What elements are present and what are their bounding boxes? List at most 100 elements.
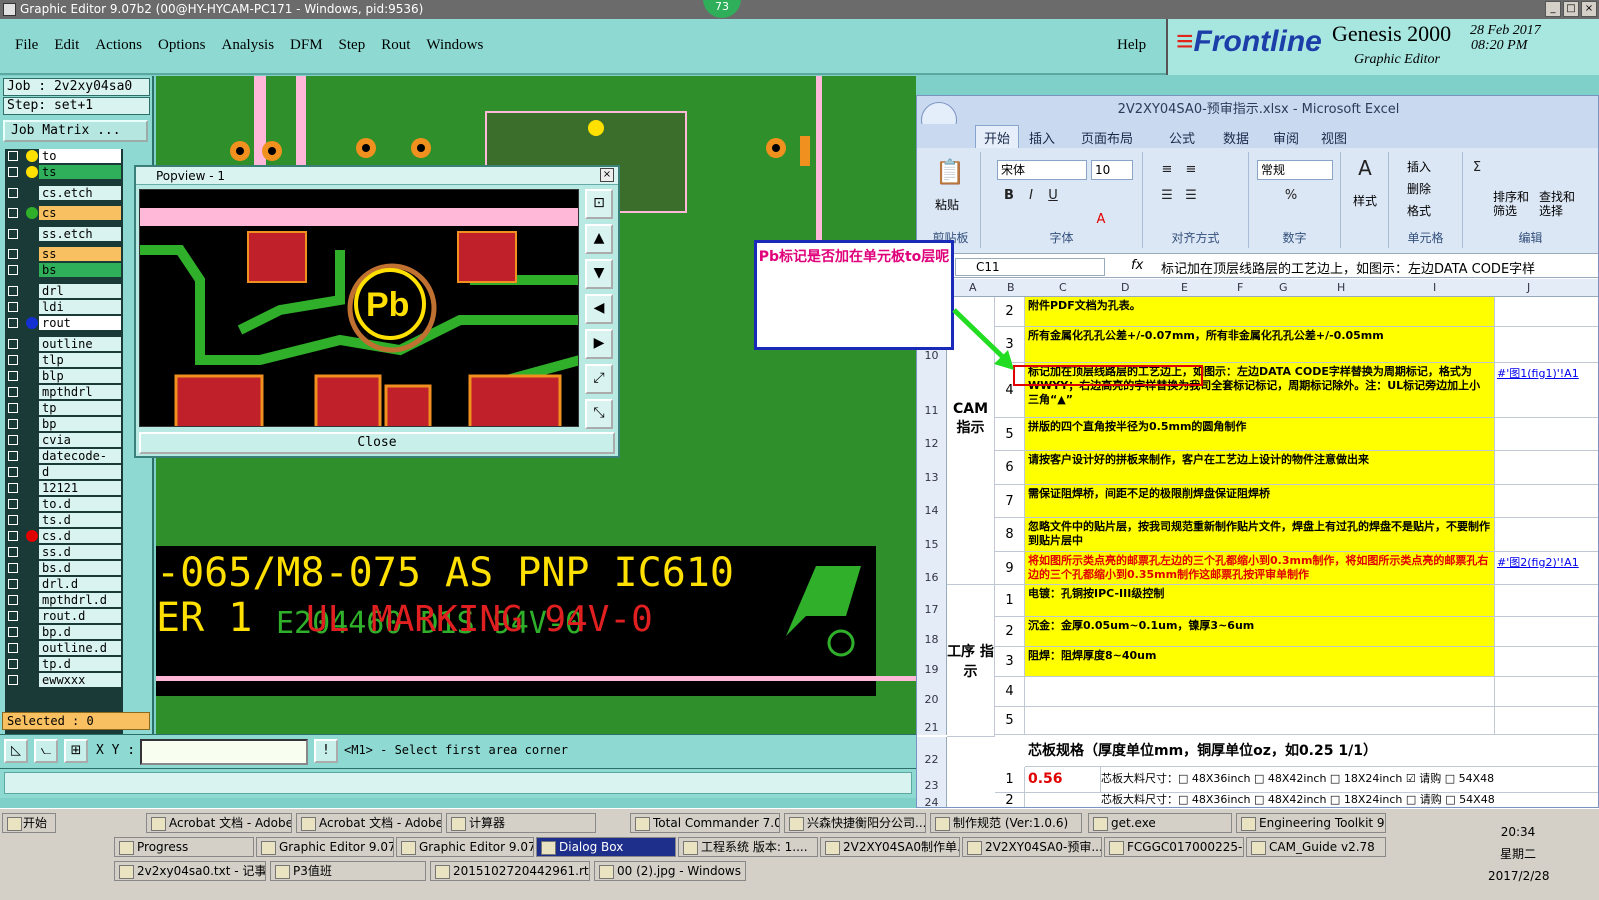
layer-name[interactable]: ss.d [39,545,121,559]
align-left-icon[interactable]: ☰ [1157,186,1177,206]
layer-checkbox[interactable] [8,595,18,605]
empty-cell[interactable] [1495,451,1598,485]
layer-row[interactable]: ss.d [5,545,123,559]
layer-checkbox[interactable] [8,208,18,218]
layer-row[interactable]: tp.d [5,657,123,671]
popview-canvas[interactable]: Pb [139,189,579,427]
layer-name[interactable]: tp [39,401,121,415]
layer-row[interactable]: outline.d [5,641,123,655]
underline-icon[interactable]: U [1043,186,1063,206]
layer-row[interactable]: d [5,465,123,479]
layer-checkbox[interactable] [8,286,18,296]
index-cell[interactable]: 5 [995,418,1025,451]
column-header[interactable]: C [1059,281,1067,294]
layer-checkbox[interactable] [8,579,18,589]
layer-row[interactable]: cvia [5,433,123,447]
popview-close-button[interactable]: Close [139,432,615,454]
layer-checkbox[interactable] [8,499,18,509]
index-cell[interactable]: 6 [995,451,1025,485]
layer-row[interactable]: ts.d [5,513,123,527]
layer-row[interactable]: tp [5,401,123,415]
layer-name[interactable]: bp.d [39,625,121,639]
process-category-cell[interactable]: 工序 指示 [947,585,995,737]
empty-cell[interactable] [1495,418,1598,451]
paste-icon[interactable]: 📋 [935,160,965,184]
row-header[interactable]: 11 [917,363,947,418]
format-button[interactable]: 格式 [1407,202,1431,219]
ribbon-tab-0[interactable]: 开始 [975,125,1020,149]
layer-checkbox[interactable] [8,355,18,365]
styles-icon[interactable]: A [1355,158,1375,178]
layer-row[interactable]: ewwxxx [5,673,123,687]
instruction-cell[interactable] [1025,677,1495,707]
core-spec-title[interactable]: 芯板规格（厚度单位mm，铜厚单位oz，如0.25 1/1） [1025,737,1598,767]
layer-checkbox[interactable] [8,151,18,161]
row-header[interactable]: 22 [917,737,947,767]
instruction-cell[interactable]: 附件PDF文档为孔表。 [1025,297,1495,327]
instruction-cell[interactable] [1025,707,1495,735]
taskbar-button[interactable]: Graphic Editor 9.07b... [396,837,534,857]
hyperlink-cell[interactable]: #'图1(fig1)'!A1 [1495,363,1598,418]
column-header[interactable]: G [1279,281,1288,294]
layer-row[interactable]: cs [5,206,123,220]
percent-icon[interactable]: % [1281,186,1301,206]
index-cell[interactable]: 2 [995,793,1025,807]
layer-row[interactable]: to [5,149,123,163]
layer-checkbox[interactable] [8,371,18,381]
taskbar-button[interactable]: Dialog Box [536,837,676,857]
instruction-cell[interactable]: 阻焊：阻焊厚度8~40um [1025,647,1495,677]
instruction-cell[interactable]: 所有金属化孔孔公差+/-0.07mm，所有非金属化孔孔公差+/-0.05mm [1025,327,1495,363]
instruction-cell[interactable]: 需保证阻焊桥，间距不足的极限削焊盘保证阻焊桥 [1025,485,1495,518]
layer-name[interactable]: ss [39,247,121,261]
column-header[interactable]: A [969,281,977,294]
index-cell[interactable]: 4 [995,677,1025,707]
align-center-icon[interactable]: ☰ [1181,186,1201,206]
instruction-cell[interactable]: 沉金：金厚0.05um~0.1um，镍厚3~6um [1025,617,1495,647]
empty-cell[interactable] [1495,327,1598,363]
layer-checkbox[interactable] [8,302,18,312]
layer-row[interactable]: mpthdrl [5,385,123,399]
layer-checkbox[interactable] [8,188,18,198]
layer-row[interactable]: 12121 [5,481,123,495]
menu-rout[interactable]: Rout [381,37,410,54]
layer-row[interactable]: rout.d [5,609,123,623]
row-header[interactable]: 19 [917,647,947,677]
pan-down-icon[interactable]: ▼ [585,259,613,289]
column-header[interactable]: I [1433,281,1436,294]
font-name-select[interactable]: 宋体 [997,160,1087,180]
taskbar-button[interactable]: 计算器 [446,813,596,833]
insert-button[interactable]: 插入 [1407,158,1431,175]
empty-cell[interactable] [1495,617,1598,647]
row-header[interactable]: 12 [917,418,947,451]
taskbar-button[interactable]: 2V2XY04SA0-预审... [962,837,1102,857]
layer-name[interactable]: ss.etch [39,227,121,241]
taskbar-button[interactable]: 工程系统 版本: 1.... [678,837,818,857]
layer-checkbox[interactable] [8,547,18,557]
minimize-button[interactable]: _ [1545,1,1561,17]
layer-checkbox[interactable] [8,403,18,413]
layer-row[interactable]: cs.etch [5,186,123,200]
instruction-cell[interactable]: 电镀：孔铜按IPC-III级控制 [1025,585,1495,617]
layer-checkbox[interactable] [8,675,18,685]
layer-name[interactable]: d [39,465,121,479]
formula-value[interactable]: 标记加在顶层线路层的工艺边上，如图示：左边DATA CODE字样 [1161,258,1535,277]
row-header[interactable]: 24 [917,793,947,807]
index-cell[interactable]: 9 [995,552,1025,585]
layer-checkbox[interactable] [8,643,18,653]
bold-icon[interactable]: B [999,186,1019,206]
layer-row[interactable]: ldi [5,300,123,314]
menu-analysis[interactable]: Analysis [222,37,275,54]
row-header[interactable]: 21 [917,707,947,735]
layer-row[interactable]: drl [5,284,123,298]
layer-checkbox[interactable] [8,611,18,621]
menu-windows[interactable]: Windows [426,37,483,54]
layer-name[interactable]: drl [39,284,121,298]
layer-name[interactable]: outline.d [39,641,121,655]
measure-icon[interactable]: ⦦ [34,739,58,763]
sort-filter-button[interactable]: 排序和 筛选 [1493,190,1529,218]
layer-row[interactable]: drl.d [5,577,123,591]
index-cell[interactable]: 5 [995,707,1025,735]
row-header[interactable]: 13 [917,451,947,485]
number-format-select[interactable]: 常规 [1257,160,1333,180]
menu-file[interactable]: File [15,37,38,54]
